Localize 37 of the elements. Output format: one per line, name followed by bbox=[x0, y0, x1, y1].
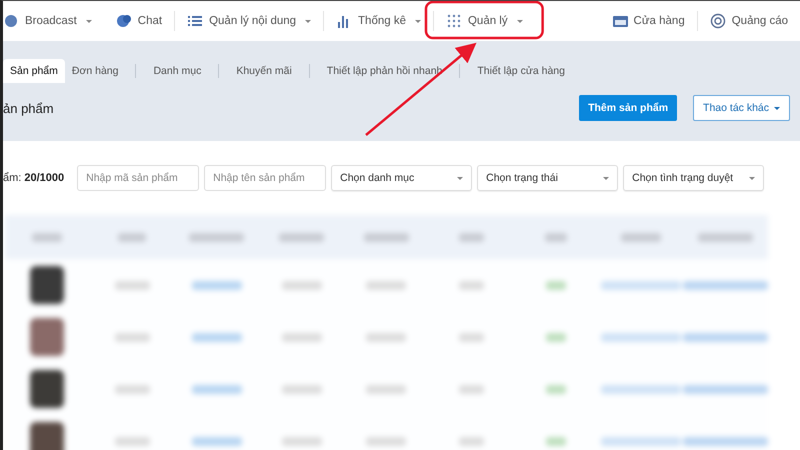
count-label: ẩm: bbox=[3, 172, 22, 184]
caret-icon bbox=[457, 176, 464, 180]
tab[interactable]: Sản phẩm bbox=[3, 59, 65, 83]
tab[interactable]: Danh mục bbox=[146, 59, 208, 83]
tab[interactable]: Thiết lập phản hồi nhanh bbox=[320, 59, 450, 83]
chat-bubble-icon bbox=[116, 13, 132, 29]
more-actions-button[interactable]: Thao tác khác bbox=[693, 95, 790, 121]
caret-icon bbox=[603, 176, 610, 180]
add-product-button[interactable]: Thêm sản phẩm bbox=[579, 95, 678, 121]
input-field[interactable]: Nhập tên sản phẩm bbox=[204, 165, 326, 191]
caret-icon bbox=[516, 20, 523, 22]
nav-item[interactable]: Quảng cáo bbox=[698, 13, 800, 29]
grid-icon bbox=[446, 13, 462, 29]
nav-item[interactable]: Thống kê bbox=[324, 13, 433, 29]
input-field[interactable]: Nhập mã sản phẩm bbox=[77, 165, 200, 191]
nav-item[interactable]: Broadcast bbox=[3, 13, 104, 29]
product-count: 20/1000 bbox=[24, 172, 64, 184]
nav-item[interactable]: Quản lý nội dung bbox=[175, 13, 324, 29]
page-title: ản phẩm bbox=[3, 100, 54, 116]
nav-item[interactable]: Cửa hàng bbox=[600, 13, 697, 29]
caret-icon bbox=[86, 20, 92, 22]
dropdown[interactable]: Chọn tình trạng duyệt bbox=[623, 165, 764, 191]
circle-icon bbox=[3, 13, 19, 29]
store-icon bbox=[612, 13, 628, 29]
tab[interactable]: Đơn hàng bbox=[64, 59, 126, 83]
target-icon bbox=[710, 13, 726, 29]
caret-icon bbox=[774, 106, 780, 110]
caret-icon bbox=[749, 176, 756, 180]
dropdown[interactable]: Chọn danh mục bbox=[331, 165, 472, 191]
nav-item[interactable]: Quản lý bbox=[434, 13, 535, 29]
caret-icon bbox=[414, 20, 421, 22]
nav-item[interactable]: Chat bbox=[104, 13, 174, 29]
list-icon bbox=[187, 13, 204, 29]
tab[interactable]: Khuyến mãi bbox=[229, 59, 299, 83]
tab[interactable]: Thiết lập cửa hàng bbox=[470, 59, 572, 83]
caret-icon bbox=[305, 20, 312, 22]
dropdown[interactable]: Chọn trạng thái bbox=[477, 165, 618, 191]
